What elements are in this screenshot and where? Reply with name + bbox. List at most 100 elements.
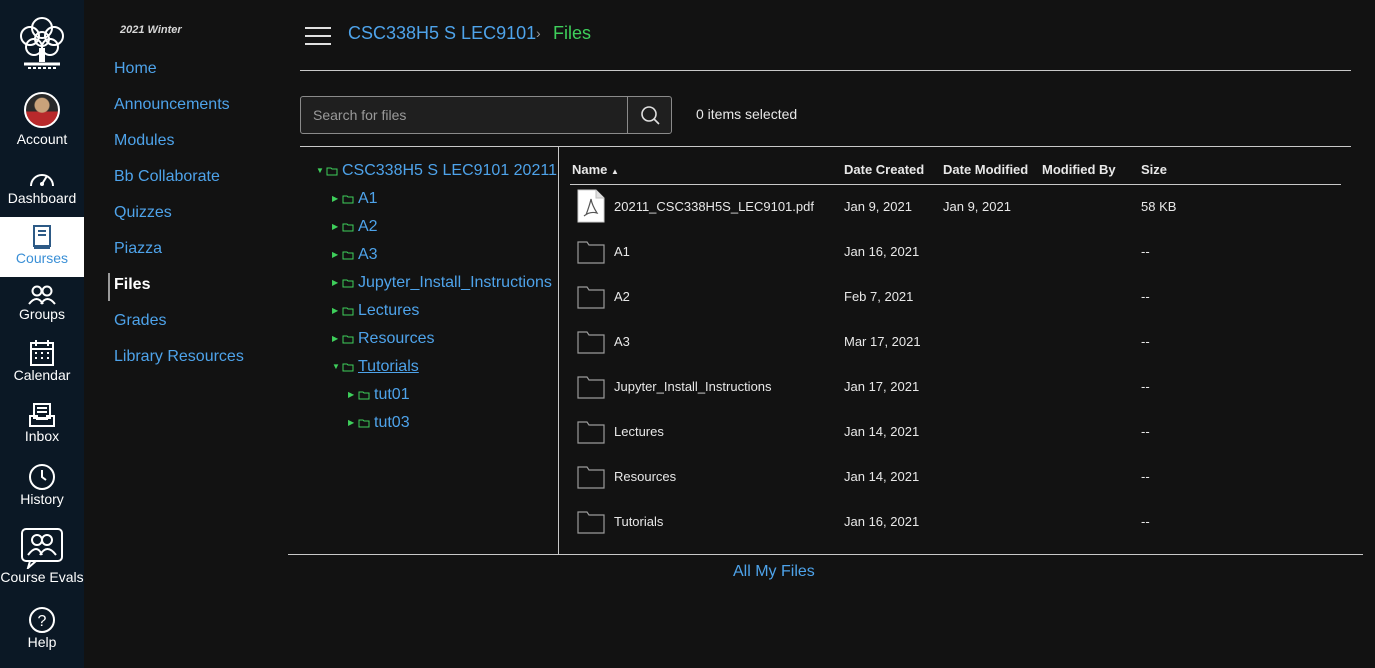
tree-item[interactable]: ▶ A3 [332,246,378,265]
breadcrumb-current: Files [553,23,592,43]
courses-nav-item[interactable]: Courses [0,217,84,277]
tree-item[interactable]: ▶ A1 [332,190,378,209]
toolbar-divider [300,146,1351,147]
tree-item-label: A1 [358,190,378,207]
header-divider [300,70,1351,71]
column-header-modified-by[interactable]: Modified By [1042,162,1116,177]
tree-item-tutorials[interactable]: ▼ Tutorials [332,358,419,377]
book-icon [33,225,51,249]
date-modified: Jan 9, 2021 [943,199,1011,214]
date-created: Jan 17, 2021 [844,379,920,394]
file-size: -- [1141,379,1150,394]
tree-item[interactable]: ▶ A2 [332,218,378,237]
tree-item-label: A3 [358,246,378,263]
clock-icon [29,464,55,490]
dashboard-icon [30,174,54,187]
file-size: -- [1141,289,1150,304]
table-header-divider [570,184,1341,185]
file-name[interactable]: A1 [614,244,630,259]
course-navigation: 2021 Winter Home Announcements Modules B… [84,0,288,668]
column-header-date-modified[interactable]: Date Modified [943,162,1028,177]
expanded-triangle-icon: ▼ [316,166,324,175]
hamburger-menu-icon[interactable] [305,27,331,47]
tree-item[interactable]: ▶ Lectures [332,302,419,321]
footer-divider [288,554,1363,555]
course-nav-quizzes[interactable]: Quizzes [114,204,172,222]
tree-item[interactable]: ▶ tut03 [348,414,410,433]
account-nav-item[interactable]: Account [0,92,84,147]
course-evals-label: Course Evals [0,569,84,585]
file-name[interactable]: Resources [614,469,676,484]
inbox-label: Inbox [24,428,60,444]
date-created: Jan 14, 2021 [844,424,920,439]
folder-icon [342,335,354,344]
column-header-size[interactable]: Size [1141,162,1167,177]
calendar-icon [30,340,54,366]
file-name[interactable]: Tutorials [614,514,663,529]
date-created: Mar 17, 2021 [844,334,921,349]
course-nav-home[interactable]: Home [114,60,157,78]
groups-nav-item[interactable]: Groups [0,284,84,322]
inbox-nav-item[interactable]: Inbox [0,402,84,444]
date-created: Jan 16, 2021 [844,514,920,529]
calendar-nav-item[interactable]: Calendar [0,339,84,383]
file-name[interactable]: Jupyter_Install_Instructions [614,379,772,394]
course-nav-announcements[interactable]: Announcements [114,96,230,114]
course-nav-library-resources[interactable]: Library Resources [114,348,244,366]
course-nav-modules[interactable]: Modules [114,132,174,150]
file-name[interactable]: A2 [614,289,630,304]
folder-icon [577,466,605,489]
university-logo-icon[interactable] [12,10,72,72]
folder-icon [577,241,605,264]
tree-item-label: Resources [358,330,435,347]
expanded-triangle-icon: ▼ [332,362,340,371]
course-evals-icon [21,528,63,569]
tree-item[interactable]: ▶ tut01 [348,386,410,405]
folder-icon [577,376,605,399]
pdf-file-icon [577,189,605,223]
groups-icon [28,285,56,305]
collapsed-triangle-icon: ▶ [332,278,339,287]
tree-item[interactable]: ▶ Jupyter_Install_Instructions [332,274,552,293]
search-box [300,96,672,134]
help-icon: ? [29,607,55,633]
breadcrumb-course[interactable]: CSC338H5 S LEC9101 [348,23,536,44]
file-name[interactable]: Lectures [614,424,664,439]
search-input[interactable] [301,97,627,133]
course-nav-bb-collaborate[interactable]: Bb Collaborate [114,168,220,186]
dashboard-nav-item[interactable]: Dashboard [0,166,84,206]
course-evals-nav-item[interactable]: Course Evals [0,527,84,585]
svg-text:?: ? [38,613,47,630]
course-nav-files[interactable]: Files [114,276,150,294]
file-name[interactable]: A3 [614,334,630,349]
courses-label: Courses [15,250,69,266]
search-button[interactable] [627,97,671,133]
collapsed-triangle-icon: ▶ [332,194,339,203]
help-label: Help [27,634,57,650]
column-header-name[interactable]: Name ▲ [572,162,619,177]
groups-label: Groups [19,306,65,322]
column-header-date-created[interactable]: Date Created [844,162,924,177]
avatar [24,92,60,128]
collapsed-triangle-icon: ▶ [332,306,339,315]
date-created: Jan 9, 2021 [844,199,912,214]
all-my-files-link[interactable]: All My Files [733,563,815,581]
course-nav-piazza[interactable]: Piazza [114,240,162,258]
folder-icon [326,167,338,176]
search-icon [641,106,660,125]
course-nav-grades[interactable]: Grades [114,312,166,330]
folder-icon [342,307,354,316]
dashboard-label: Dashboard [7,190,77,206]
selection-status: 0 items selected [696,106,798,122]
inbox-icon [29,403,55,427]
tree-item-label: A2 [358,218,378,235]
folder-icon [342,251,354,260]
help-nav-item[interactable]: ? Help [0,606,84,650]
breadcrumb-separator-icon: › [536,25,541,41]
folder-icon [342,223,354,232]
file-name[interactable]: 20211_CSC338H5S_LEC9101.pdf [614,199,814,214]
tree-item[interactable]: ▶ Resources [332,330,434,349]
sort-ascending-icon: ▲ [611,167,619,176]
history-nav-item[interactable]: History [0,463,84,507]
tree-root[interactable]: ▼ CSC338H5 S LEC9101 20211 [316,162,557,181]
